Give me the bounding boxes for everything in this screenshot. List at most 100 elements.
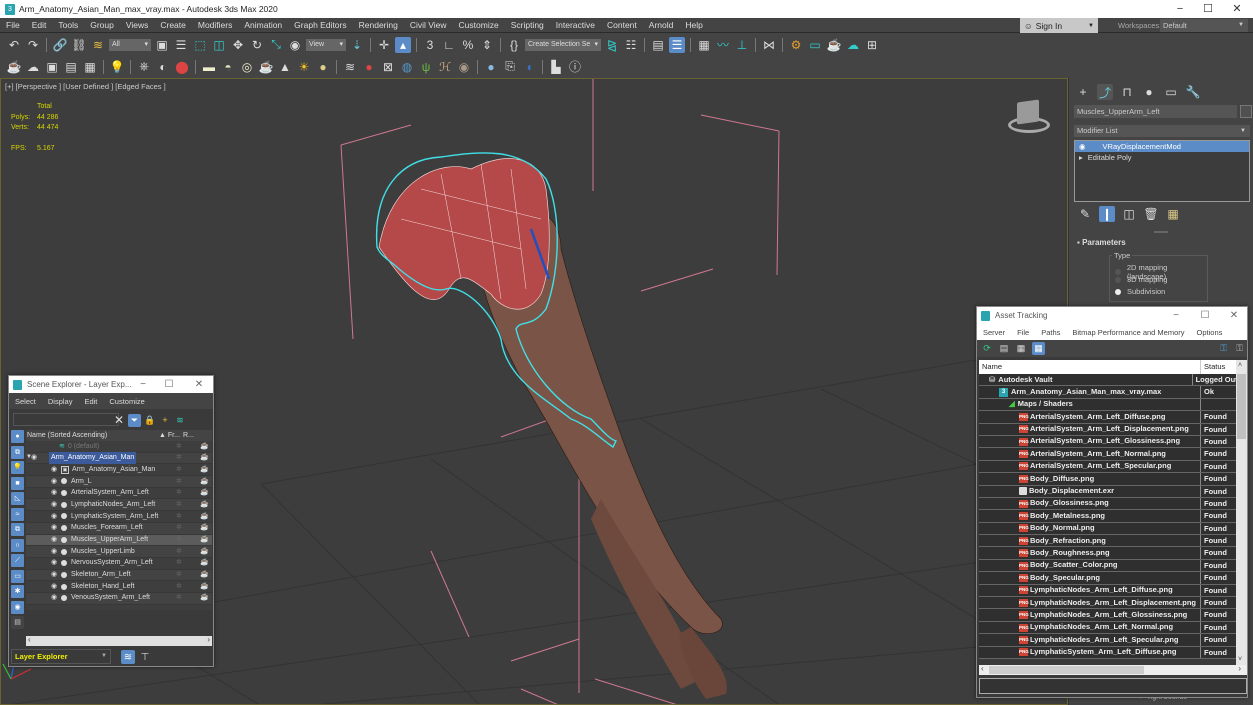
freeze-icon[interactable]: ✲	[176, 476, 182, 488]
edit-named-selection-icon[interactable]: {}	[506, 37, 522, 53]
scene-tree-row[interactable]: ◉ Skeleton_Hand_Left ✲ ☕	[26, 581, 212, 593]
display-particles-icon[interactable]: ✱	[11, 585, 24, 598]
help-icon[interactable]: ⓘ	[567, 59, 583, 75]
asset-row[interactable]: ⛁ Autodesk Vault Logged Out	[979, 374, 1236, 387]
toggle-ribbon-icon[interactable]: ▦	[696, 37, 712, 53]
menu-create[interactable]: Create	[154, 20, 192, 30]
column-name[interactable]: Name (Sorted Ascending)	[27, 430, 159, 441]
freeze-icon[interactable]: ✲	[176, 592, 182, 604]
table-view-icon[interactable]: ▦	[1032, 342, 1045, 355]
visibility-eye-icon[interactable]: ◉	[51, 592, 59, 604]
scene-tree-row[interactable]: ≋ 0 (default) ✲ ☕	[26, 441, 212, 453]
pivot-center-icon[interactable]: ⇣	[349, 37, 365, 53]
asset-row[interactable]: PNG Body_Specular.png Found	[979, 572, 1236, 585]
parameters-rollout-header[interactable]: ▪ Parameters	[1077, 238, 1126, 247]
undo-icon[interactable]: ↶	[6, 37, 22, 53]
stack-item-vraydisplacementmod[interactable]: ◉ VRayDisplacementMod	[1075, 141, 1249, 152]
asset-row[interactable]: Body_Displacement.exr Found	[979, 485, 1236, 498]
vray-plane-light-icon[interactable]: ▬	[201, 59, 217, 75]
vray-sun-icon[interactable]: ☀	[296, 59, 312, 75]
reference-coordinate-dropdown[interactable]: View ▾	[306, 38, 346, 51]
close-button[interactable]: ✕	[1222, 0, 1252, 18]
asset-row[interactable]: ◢ Maps / Shaders	[979, 398, 1236, 412]
keyboard-shortcut-override-icon[interactable]: ▴	[395, 36, 411, 53]
make-unique-icon[interactable]: ◫	[1121, 206, 1137, 222]
column-render[interactable]: R...	[183, 430, 194, 441]
render-in-cloud-icon[interactable]: ☁	[845, 37, 861, 53]
menu-edit[interactable]: Edit	[26, 20, 53, 30]
asset-row[interactable]: PNG ArterialSystem_Arm_Left_Glossiness.pn…	[979, 435, 1236, 449]
display-groups-icon[interactable]: ⧉	[11, 523, 24, 536]
vray-hair-icon[interactable]: ℋ	[437, 59, 453, 75]
freeze-icon[interactable]: ✲	[176, 452, 182, 464]
asset-row[interactable]: 3 Arm_Anatomy_Asian_Man_max_vray.max Ok	[979, 386, 1236, 399]
vertical-scrollbar[interactable]: ˄ ˅	[1236, 360, 1247, 665]
asset-row[interactable]: PNG ArterialSystem_Arm_Left_Specular.png F…	[979, 460, 1236, 474]
angle-snap-icon[interactable]: ∟	[441, 37, 457, 53]
vray-ies-light-icon[interactable]: ▲	[277, 59, 293, 75]
display-space-warps-icon[interactable]: ≈	[11, 507, 24, 521]
scene-explorer-icon[interactable]: ▤	[650, 37, 666, 53]
bind-space-warp-icon[interactable]: ≋	[90, 37, 106, 53]
renderable-teapot-icon[interactable]: ☕	[200, 581, 209, 593]
vray-dome-light-icon[interactable]: ◓	[220, 59, 236, 75]
visibility-eye-icon[interactable]: ◉	[51, 487, 59, 499]
hierarchy-tab-icon[interactable]: ⊓	[1119, 84, 1135, 100]
renderable-teapot-icon[interactable]: ☕	[200, 546, 209, 558]
scene-tree-row[interactable]: ◉ VenousSystem_Arm_Left ✲ ☕	[26, 592, 212, 605]
close-button[interactable]: ✕	[190, 376, 208, 393]
link-icon[interactable]: 🔗	[52, 37, 68, 53]
display-cameras-icon[interactable]: ■	[11, 476, 24, 490]
add-layer-icon[interactable]: +	[159, 412, 171, 428]
scene-tree-row[interactable]: ◉ ▣ Arm_Anatomy_Asian_Man ✲ ☕	[26, 464, 212, 477]
freeze-icon[interactable]: ✲	[176, 511, 182, 523]
asset-row[interactable]: PNG Body_Glossiness.png Found	[979, 497, 1236, 511]
minimize-button[interactable]: −	[1167, 307, 1185, 324]
move-icon[interactable]: ✥	[230, 37, 246, 53]
render-production-icon[interactable]: ☕	[826, 37, 842, 53]
menu-help[interactable]: Help	[679, 20, 708, 30]
visibility-eye-icon[interactable]: ◉	[51, 499, 59, 511]
renderable-teapot-icon[interactable]: ☕	[200, 441, 209, 453]
asset-path-field[interactable]	[979, 678, 1247, 694]
menu-file[interactable]: File	[1011, 328, 1035, 337]
asset-row[interactable]: PNG ArterialSystem_Arm_Left_Diffuse.png Fo…	[979, 411, 1236, 424]
cloud-icon[interactable]: ☁	[25, 59, 41, 75]
vfb-icon[interactable]: ▣	[44, 59, 60, 75]
vray-fur-icon[interactable]: ≋	[342, 59, 358, 75]
refresh-icon[interactable]: ⟳	[981, 341, 993, 357]
freeze-icon[interactable]: ✲	[176, 569, 182, 581]
light-lister-icon[interactable]: 💡	[109, 59, 125, 75]
menu-interactive[interactable]: Interactive	[550, 20, 601, 30]
redo-icon[interactable]: ↷	[25, 37, 41, 53]
scene-tree-row[interactable]: ◉ LymphaticSystem_Arm_Left ✲ ☕	[26, 511, 212, 523]
scrollbar-thumb[interactable]	[989, 666, 1144, 674]
horizontal-scrollbar[interactable]: ‹ ›	[26, 635, 212, 646]
visibility-eye-icon[interactable]: ◉	[51, 522, 59, 534]
renderable-teapot-icon[interactable]: ☕	[200, 452, 209, 464]
object-color-swatch[interactable]	[1240, 105, 1252, 118]
vray-log-icon[interactable]: ▤	[63, 59, 79, 75]
modifier-list-dropdown[interactable]: Modifier List ▼	[1074, 125, 1250, 137]
visibility-eye-icon[interactable]: ◉	[51, 511, 59, 523]
vault-login-icon[interactable]: ⚿	[1220, 343, 1227, 354]
close-button[interactable]: ✕	[1225, 307, 1243, 324]
place-icon[interactable]: ◉	[287, 37, 303, 53]
menu-graph-editors[interactable]: Graph Editors	[288, 20, 352, 30]
menu-options[interactable]: Options	[1191, 328, 1229, 337]
column-status[interactable]: Status	[1201, 360, 1225, 374]
utilities-tab-icon[interactable]: 🔧	[1185, 84, 1201, 100]
asset-row[interactable]: PNG LymphaticNodes_Arm_Left_Normal.png Fou…	[979, 621, 1236, 635]
renderable-teapot-icon[interactable]: ☕	[200, 592, 209, 604]
sort-by-hierarchy-icon[interactable]: ⊤	[138, 650, 152, 664]
snaps-toggle-icon[interactable]: 3	[422, 37, 438, 53]
renderable-teapot-icon[interactable]: ☕	[200, 499, 209, 511]
freeze-icon[interactable]: ✲	[176, 441, 182, 453]
window-crossing-icon[interactable]: ◫	[211, 37, 227, 53]
asset-row[interactable]: PNG Body_Diffuse.png Found	[979, 473, 1236, 486]
vault-help-icon[interactable]: ⚿	[1236, 343, 1243, 354]
menu-select[interactable]: Select	[9, 397, 42, 406]
visibility-eye-icon[interactable]: ◉	[51, 476, 59, 488]
renderable-teapot-icon[interactable]: ☕	[200, 487, 209, 499]
menu-display[interactable]: Display	[42, 397, 79, 406]
